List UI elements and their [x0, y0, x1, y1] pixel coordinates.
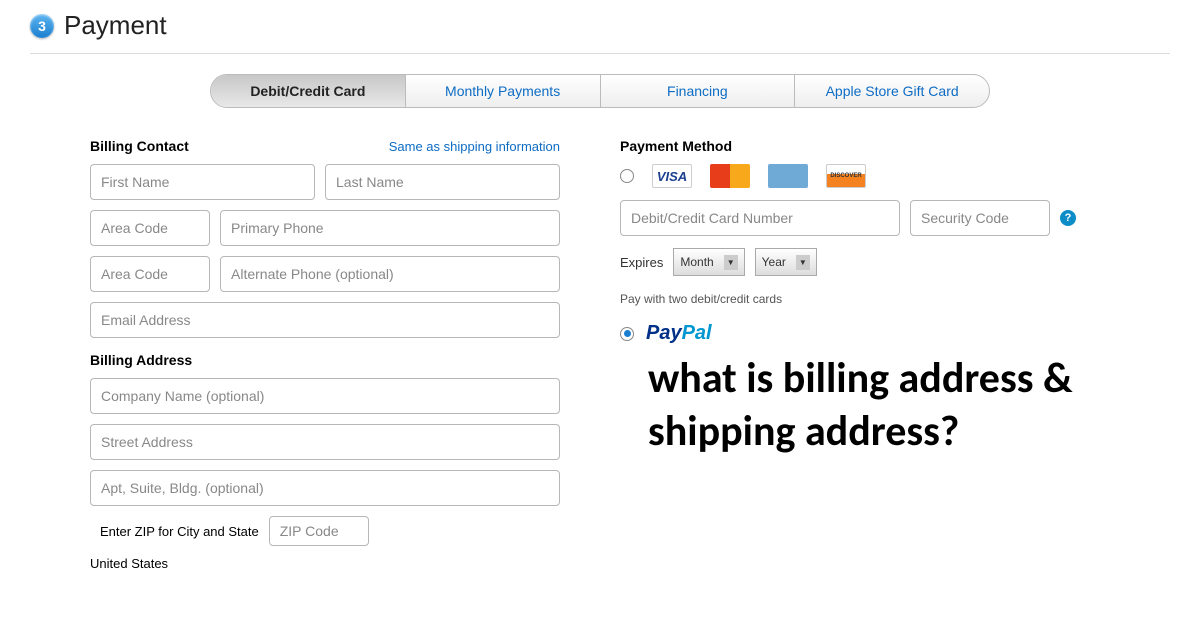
billing-address-title: Billing Address: [90, 352, 560, 368]
discover-icon: DISCOVER: [826, 164, 866, 188]
expiry-year-select[interactable]: Year: [755, 248, 817, 276]
paypal-radio[interactable]: [620, 327, 634, 341]
primary-phone-field[interactable]: [220, 210, 560, 246]
payment-tabs: Debit/Credit Card Monthly Payments Finan…: [210, 74, 990, 108]
visa-icon: VISA: [652, 164, 692, 188]
step-header: 3 Payment: [30, 10, 1170, 54]
apt-suite-field[interactable]: [90, 470, 560, 506]
page-title: Payment: [64, 10, 167, 41]
tab-gift-card[interactable]: Apple Store Gift Card: [795, 75, 989, 107]
same-as-shipping-link[interactable]: Same as shipping information: [389, 139, 560, 154]
area-code-field[interactable]: [90, 210, 210, 246]
help-icon[interactable]: ?: [1060, 210, 1076, 226]
zip-code-field[interactable]: [269, 516, 369, 546]
tab-debit-credit[interactable]: Debit/Credit Card: [211, 75, 406, 107]
pay-two-cards-link[interactable]: Pay with two debit/credit cards: [620, 292, 1110, 306]
paypal-logo: PayPal: [646, 322, 712, 345]
expiry-month-select[interactable]: Month: [673, 248, 744, 276]
amex-icon: [768, 164, 808, 188]
card-number-field[interactable]: [620, 200, 900, 236]
area-code2-field[interactable]: [90, 256, 210, 292]
street-address-field[interactable]: [90, 424, 560, 460]
country-label: United States: [90, 556, 560, 571]
card-radio[interactable]: [620, 169, 634, 183]
expires-label: Expires: [620, 255, 663, 270]
overlay-question-text: what is billing address & shipping addre…: [648, 353, 1110, 458]
tab-financing[interactable]: Financing: [601, 75, 796, 107]
last-name-field[interactable]: [325, 164, 560, 200]
company-name-field[interactable]: [90, 378, 560, 414]
security-code-field[interactable]: [910, 200, 1050, 236]
billing-contact-title: Billing Contact: [90, 138, 189, 154]
tab-monthly-payments[interactable]: Monthly Payments: [406, 75, 601, 107]
email-field[interactable]: [90, 302, 560, 338]
step-number-badge: 3: [30, 14, 54, 38]
payment-method-title: Payment Method: [620, 138, 1110, 154]
alternate-phone-field[interactable]: [220, 256, 560, 292]
zip-label: Enter ZIP for City and State: [100, 524, 259, 539]
first-name-field[interactable]: [90, 164, 315, 200]
mastercard-icon: [710, 164, 750, 188]
card-brand-icons: VISA DISCOVER: [652, 164, 866, 188]
